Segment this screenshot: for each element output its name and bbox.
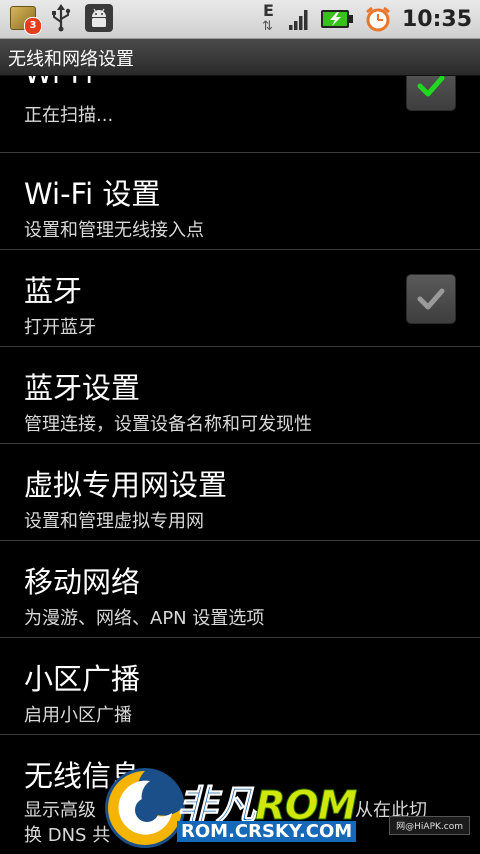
usb-icon: [52, 4, 71, 32]
item-title: Wi-Fi 设置: [24, 177, 161, 211]
item-title: 蓝牙设置: [24, 371, 141, 405]
watermark-hiapk: 网@HiAPK.com: [389, 816, 470, 835]
list-item-vpn-settings[interactable]: 虚拟专用网设置 设置和管理虚拟专用网: [0, 444, 480, 541]
item-subtitle: 启用小区广播: [24, 705, 132, 726]
item-subtitle: 显示高级: [24, 800, 96, 821]
alarm-icon: [366, 6, 390, 32]
item-subtitle: 设置和管理无线接入点: [24, 220, 204, 241]
checkmark-icon: [417, 288, 445, 310]
item-subtitle: 正在扫描...: [24, 105, 114, 126]
clock: 10:35: [401, 6, 472, 32]
item-title: 蓝牙: [24, 274, 83, 308]
list-item-bluetooth[interactable]: 蓝牙 打开蓝牙: [0, 250, 480, 347]
android-debug-icon: [85, 4, 113, 32]
status-bar: 3 E ⇅ 10:35: [0, 0, 480, 39]
data-activity-icon: E ⇅: [261, 1, 274, 34]
title-bar: 无线和网络设置: [0, 39, 480, 76]
watermark-url: ROM.CRSKY.COM: [177, 821, 357, 842]
list-item-cell-broadcast[interactable]: 小区广播 启用小区广播: [0, 638, 480, 735]
bluetooth-checkbox[interactable]: [406, 274, 456, 324]
checkmark-icon: [417, 76, 445, 97]
item-subtitle: 为漫游、网络、APN 设置选项: [24, 608, 265, 629]
item-subtitle: 打开蓝牙: [24, 317, 96, 338]
item-title: 小区广播: [24, 662, 141, 696]
item-subtitle: 管理连接，设置设备名称和可发现性: [24, 414, 312, 435]
item-subtitle: 设置和管理虚拟专用网: [24, 511, 204, 532]
list-item-wifi[interactable]: Wi-Fi 正在扫描...: [0, 76, 480, 153]
list-item-wifi-settings[interactable]: Wi-Fi 设置 设置和管理无线接入点: [0, 153, 480, 250]
item-title: 移动网络: [24, 565, 141, 599]
item-title: Wi-Fi: [24, 76, 93, 90]
page-title: 无线和网络设置: [8, 49, 134, 70]
watermark: 非凡ROM ROM.CRSKY.COM 网@HiAPK.com: [95, 755, 480, 854]
network-type-label: E: [262, 1, 274, 20]
battery-charging-icon: [320, 10, 353, 28]
signal-icon: [288, 10, 308, 30]
list-item-bluetooth-settings[interactable]: 蓝牙设置 管理连接，设置设备名称和可发现性: [0, 347, 480, 444]
notification-count-badge: 3: [24, 17, 42, 35]
list-item-mobile-network[interactable]: 移动网络 为漫游、网络、APN 设置选项: [0, 541, 480, 638]
wifi-checkbox[interactable]: [406, 76, 456, 111]
settings-list[interactable]: Wi-Fi 正在扫描... Wi-Fi 设置 设置和管理无线接入点 蓝牙 打开蓝…: [0, 76, 480, 854]
item-title: 虚拟专用网设置: [24, 468, 228, 502]
app-notification-icon[interactable]: 3: [8, 3, 42, 35]
